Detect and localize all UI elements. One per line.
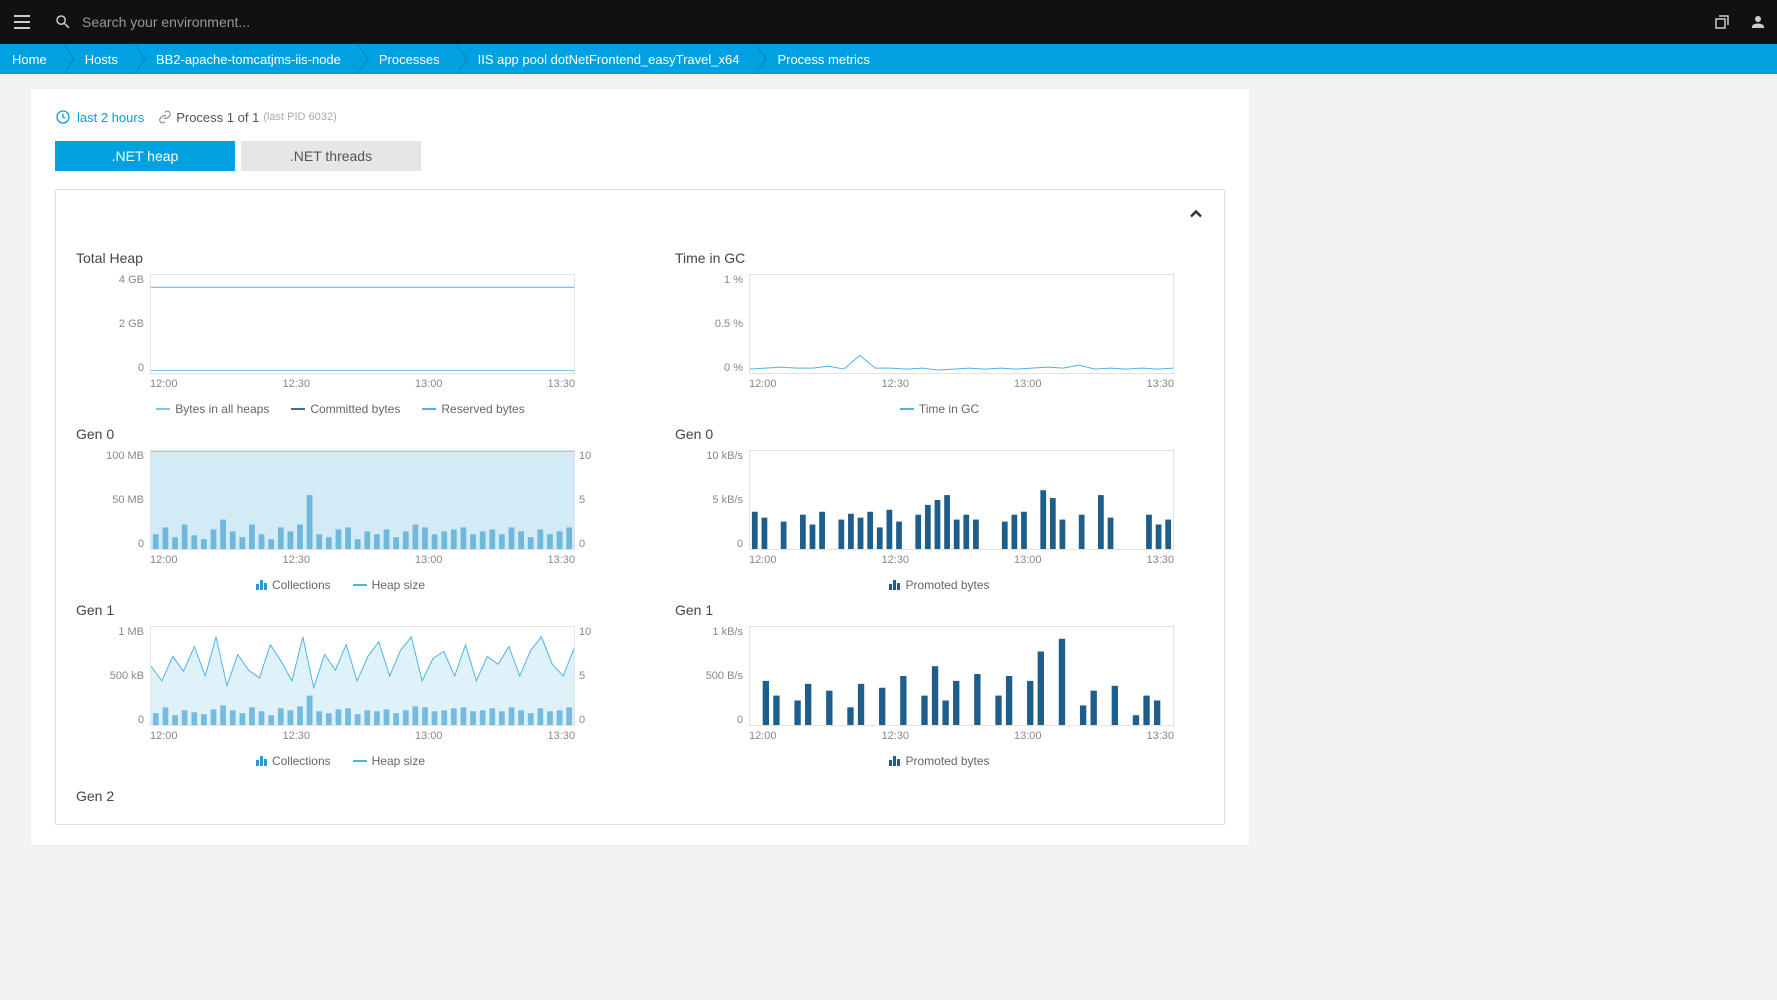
y-axis: 100 MB 50 MB 0 bbox=[80, 450, 144, 550]
chart-gen0-promoted: Gen 0 10 kB/s 5 kB/s 0 12:0012:3013:0013… bbox=[675, 426, 1204, 592]
menu-button[interactable] bbox=[10, 10, 34, 34]
legend-bytes-all-heaps[interactable]: Bytes in all heaps bbox=[156, 402, 269, 416]
tab-net-threads[interactable]: .NET threads bbox=[241, 141, 421, 171]
legend-time-gc[interactable]: Time in GC bbox=[900, 402, 979, 416]
chart-title: Gen 1 bbox=[76, 602, 605, 618]
y-axis-right: 10 5 0 bbox=[579, 626, 603, 726]
y-axis-right: 10 5 0 bbox=[579, 450, 603, 550]
crumb-home[interactable]: Home bbox=[0, 44, 63, 74]
tab-net-heap[interactable]: .NET heap bbox=[55, 141, 235, 171]
x-axis: 12:0012:3013:0013:30 bbox=[150, 550, 575, 570]
legend-promoted-bytes[interactable]: Promoted bytes bbox=[889, 754, 989, 768]
search-icon bbox=[54, 13, 72, 31]
chart-title: Time in GC bbox=[675, 250, 1204, 266]
chevron-up-icon bbox=[1186, 204, 1206, 224]
process-selector[interactable]: Process 1 of 1 (last PID 6032) bbox=[158, 110, 336, 125]
x-axis: 12:0012:3013:0013:30 bbox=[749, 550, 1174, 570]
y-axis: 1 kB/s 500 B/s 0 bbox=[679, 626, 743, 726]
chart-gen2: Gen 2 bbox=[76, 778, 605, 804]
legend-reserved-bytes[interactable]: Reserved bytes bbox=[422, 402, 524, 416]
collapse-button[interactable] bbox=[1186, 204, 1206, 227]
user-icon[interactable] bbox=[1749, 13, 1767, 31]
x-axis: 12:0012:3013:0013:30 bbox=[150, 726, 575, 746]
legend-heap-size[interactable]: Heap size bbox=[353, 754, 425, 768]
link-icon bbox=[158, 110, 172, 124]
breadcrumb: Home Hosts BB2-apache-tomcatjms-iis-node… bbox=[0, 44, 1777, 74]
legend-collections[interactable]: Collections bbox=[256, 754, 331, 768]
chart-gen1-heap: Gen 1 1 MB 500 kB 0 10 5 0 bbox=[76, 602, 605, 768]
legend-promoted-bytes[interactable]: Promoted bytes bbox=[889, 578, 989, 592]
crumb-host[interactable]: BB2-apache-tomcatjms-iis-node bbox=[134, 44, 357, 74]
crumb-process[interactable]: IIS app pool dotNetFrontend_easyTravel_x… bbox=[456, 44, 756, 74]
chart-title: Gen 1 bbox=[675, 602, 1204, 618]
chart-time-gc: Time in GC 1 % 0.5 % 0 % 12:0012:3013:00… bbox=[675, 250, 1204, 416]
crumb-processes[interactable]: Processes bbox=[357, 44, 456, 74]
x-axis: 12:0012:3013:0013:30 bbox=[749, 726, 1174, 746]
legend-heap-size[interactable]: Heap size bbox=[353, 578, 425, 592]
chart-title: Gen 2 bbox=[76, 788, 605, 804]
time-label: last 2 hours bbox=[77, 110, 144, 125]
chart-title: Total Heap bbox=[76, 250, 605, 266]
legend-collections[interactable]: Collections bbox=[256, 578, 331, 592]
chart-total-heap: Total Heap 4 GB 2 GB 0 12:0012:3013:0013… bbox=[76, 250, 605, 416]
process-info: Process 1 of 1 bbox=[176, 110, 259, 125]
x-axis: 12:0012:3013:0013:30 bbox=[749, 374, 1174, 394]
y-axis: 10 kB/s 5 kB/s 0 bbox=[679, 450, 743, 550]
crumb-metrics[interactable]: Process metrics bbox=[755, 44, 885, 74]
chart-gen1-promoted: Gen 1 1 kB/s 500 B/s 0 12:0012:3013:0013… bbox=[675, 602, 1204, 768]
legend-committed-bytes[interactable]: Committed bytes bbox=[291, 402, 400, 416]
chart-title: Gen 0 bbox=[675, 426, 1204, 442]
clock-icon bbox=[55, 109, 71, 125]
time-selector[interactable]: last 2 hours bbox=[55, 109, 144, 125]
window-icon[interactable] bbox=[1713, 13, 1731, 31]
search-input[interactable] bbox=[82, 14, 382, 30]
y-axis: 4 GB 2 GB 0 bbox=[80, 274, 144, 374]
x-axis: 12:0012:3013:0013:30 bbox=[150, 374, 575, 394]
chart-gen0-heap: Gen 0 100 MB 50 MB 0 10 5 0 bbox=[76, 426, 605, 592]
pid-info: (last PID 6032) bbox=[263, 111, 336, 123]
y-axis: 1 MB 500 kB 0 bbox=[80, 626, 144, 726]
y-axis: 1 % 0.5 % 0 % bbox=[679, 274, 743, 374]
chart-title: Gen 0 bbox=[76, 426, 605, 442]
